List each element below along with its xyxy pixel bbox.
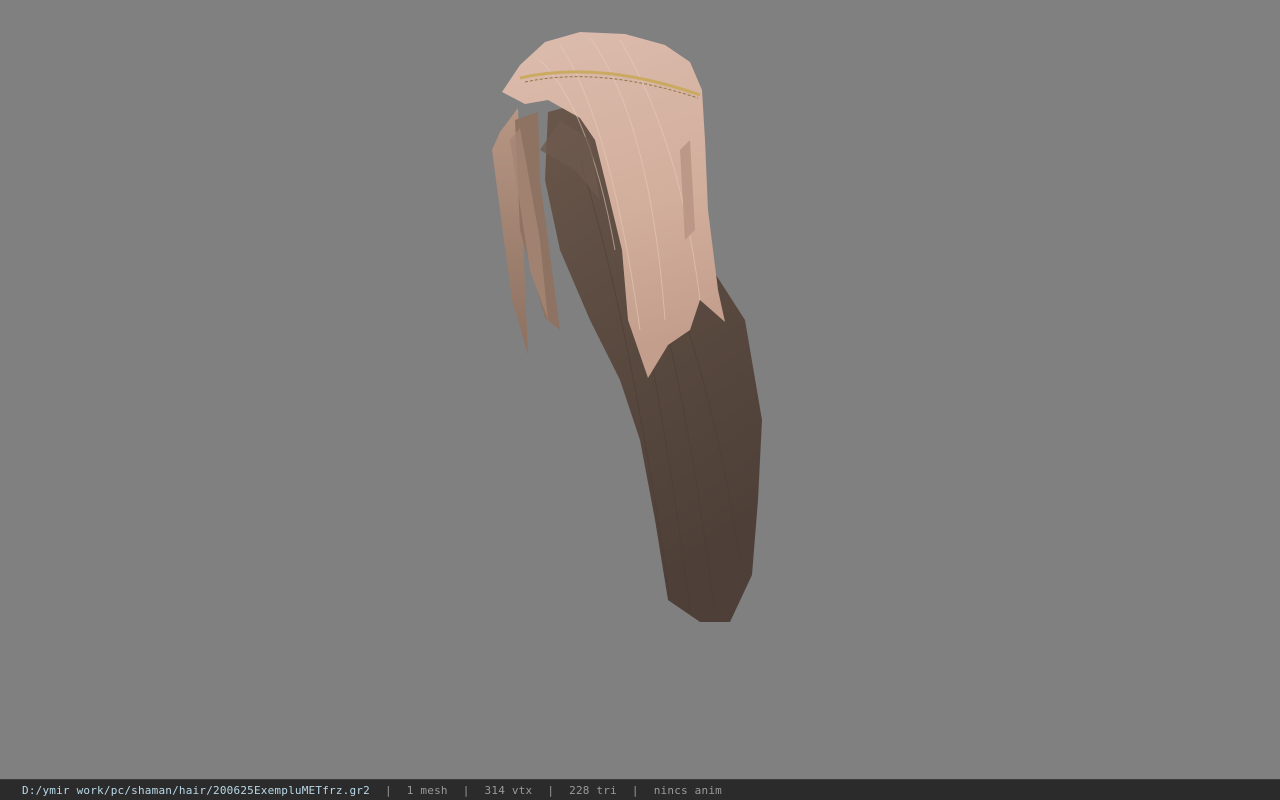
file-path-label: D:/ymir work/pc/shaman/hair/200625Exempl… <box>22 783 370 797</box>
vertex-count-label: 314 vtx <box>484 783 533 797</box>
separator: | <box>547 783 555 797</box>
status-bar: D:/ymir work/pc/shaman/hair/200625Exempl… <box>0 779 1280 800</box>
animation-status-label: nincs anim <box>653 783 722 797</box>
3d-viewport[interactable] <box>0 0 1280 779</box>
separator: | <box>384 783 392 797</box>
triangle-count-label: 228 tri <box>569 783 617 797</box>
separator: | <box>462 783 470 797</box>
mesh-count-label: 1 mesh <box>406 783 448 797</box>
hair-model-render <box>492 32 762 622</box>
separator: | <box>631 783 639 797</box>
